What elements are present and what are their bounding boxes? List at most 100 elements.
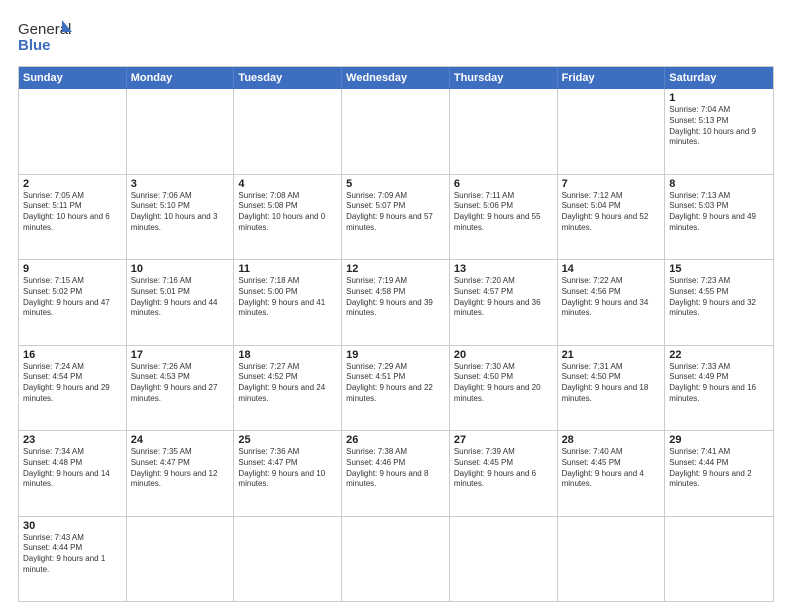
day-info: Sunrise: 7:06 AM Sunset: 5:10 PM Dayligh… [131,191,230,234]
calendar-cell: 16Sunrise: 7:24 AM Sunset: 4:54 PM Dayli… [19,346,127,431]
calendar-row: 30Sunrise: 7:43 AM Sunset: 4:44 PM Dayli… [19,516,773,602]
svg-text:Blue: Blue [18,37,51,54]
day-info: Sunrise: 7:16 AM Sunset: 5:01 PM Dayligh… [131,276,230,319]
day-info: Sunrise: 7:11 AM Sunset: 5:06 PM Dayligh… [454,191,553,234]
day-number: 17 [131,349,230,361]
day-info: Sunrise: 7:18 AM Sunset: 5:00 PM Dayligh… [238,276,337,319]
weekday-header: Monday [127,67,235,89]
logo: GeneralBlue [18,18,78,56]
day-number: 27 [454,434,553,446]
calendar-cell: 12Sunrise: 7:19 AM Sunset: 4:58 PM Dayli… [342,260,450,345]
day-number: 13 [454,263,553,275]
day-number: 4 [238,178,337,190]
day-info: Sunrise: 7:35 AM Sunset: 4:47 PM Dayligh… [131,447,230,490]
day-number: 7 [562,178,661,190]
calendar-cell: 15Sunrise: 7:23 AM Sunset: 4:55 PM Dayli… [665,260,773,345]
calendar-cell: 20Sunrise: 7:30 AM Sunset: 4:50 PM Dayli… [450,346,558,431]
day-info: Sunrise: 7:23 AM Sunset: 4:55 PM Dayligh… [669,276,769,319]
day-number: 21 [562,349,661,361]
calendar-cell [558,517,666,602]
calendar-row: 1Sunrise: 7:04 AM Sunset: 5:13 PM Daylig… [19,89,773,174]
day-info: Sunrise: 7:24 AM Sunset: 4:54 PM Dayligh… [23,362,122,405]
day-number: 15 [669,263,769,275]
calendar-cell: 7Sunrise: 7:12 AM Sunset: 5:04 PM Daylig… [558,175,666,260]
calendar-cell: 2Sunrise: 7:05 AM Sunset: 5:11 PM Daylig… [19,175,127,260]
day-number: 5 [346,178,445,190]
day-info: Sunrise: 7:20 AM Sunset: 4:57 PM Dayligh… [454,276,553,319]
calendar-row: 2Sunrise: 7:05 AM Sunset: 5:11 PM Daylig… [19,174,773,260]
day-number: 20 [454,349,553,361]
day-info: Sunrise: 7:29 AM Sunset: 4:51 PM Dayligh… [346,362,445,405]
calendar-row: 9Sunrise: 7:15 AM Sunset: 5:02 PM Daylig… [19,259,773,345]
day-info: Sunrise: 7:40 AM Sunset: 4:45 PM Dayligh… [562,447,661,490]
day-number: 11 [238,263,337,275]
calendar-cell: 5Sunrise: 7:09 AM Sunset: 5:07 PM Daylig… [342,175,450,260]
calendar-cell: 30Sunrise: 7:43 AM Sunset: 4:44 PM Dayli… [19,517,127,602]
day-number: 12 [346,263,445,275]
calendar-cell: 11Sunrise: 7:18 AM Sunset: 5:00 PM Dayli… [234,260,342,345]
day-number: 24 [131,434,230,446]
calendar-cell [342,517,450,602]
calendar-cell [127,517,235,602]
calendar-cell: 26Sunrise: 7:38 AM Sunset: 4:46 PM Dayli… [342,431,450,516]
day-number: 6 [454,178,553,190]
calendar-cell: 9Sunrise: 7:15 AM Sunset: 5:02 PM Daylig… [19,260,127,345]
day-number: 10 [131,263,230,275]
calendar-cell: 27Sunrise: 7:39 AM Sunset: 4:45 PM Dayli… [450,431,558,516]
header: GeneralBlue [18,18,774,56]
calendar-body: 1Sunrise: 7:04 AM Sunset: 5:13 PM Daylig… [19,89,773,601]
calendar-row: 16Sunrise: 7:24 AM Sunset: 4:54 PM Dayli… [19,345,773,431]
day-number: 9 [23,263,122,275]
calendar-cell: 25Sunrise: 7:36 AM Sunset: 4:47 PM Dayli… [234,431,342,516]
weekday-header: Tuesday [234,67,342,89]
day-info: Sunrise: 7:41 AM Sunset: 4:44 PM Dayligh… [669,447,769,490]
day-info: Sunrise: 7:04 AM Sunset: 5:13 PM Dayligh… [669,105,769,148]
day-number: 28 [562,434,661,446]
calendar-cell [450,517,558,602]
calendar-cell: 8Sunrise: 7:13 AM Sunset: 5:03 PM Daylig… [665,175,773,260]
day-number: 25 [238,434,337,446]
day-info: Sunrise: 7:38 AM Sunset: 4:46 PM Dayligh… [346,447,445,490]
day-number: 29 [669,434,769,446]
day-info: Sunrise: 7:26 AM Sunset: 4:53 PM Dayligh… [131,362,230,405]
calendar-cell: 19Sunrise: 7:29 AM Sunset: 4:51 PM Dayli… [342,346,450,431]
day-info: Sunrise: 7:34 AM Sunset: 4:48 PM Dayligh… [23,447,122,490]
day-number: 16 [23,349,122,361]
calendar-cell: 28Sunrise: 7:40 AM Sunset: 4:45 PM Dayli… [558,431,666,516]
calendar-cell: 10Sunrise: 7:16 AM Sunset: 5:01 PM Dayli… [127,260,235,345]
weekday-header: Friday [558,67,666,89]
calendar-cell: 3Sunrise: 7:06 AM Sunset: 5:10 PM Daylig… [127,175,235,260]
day-number: 22 [669,349,769,361]
day-number: 30 [23,520,122,532]
calendar-cell: 23Sunrise: 7:34 AM Sunset: 4:48 PM Dayli… [19,431,127,516]
day-info: Sunrise: 7:39 AM Sunset: 4:45 PM Dayligh… [454,447,553,490]
day-number: 26 [346,434,445,446]
day-info: Sunrise: 7:08 AM Sunset: 5:08 PM Dayligh… [238,191,337,234]
day-number: 19 [346,349,445,361]
calendar-cell [665,517,773,602]
weekday-header: Sunday [19,67,127,89]
day-info: Sunrise: 7:15 AM Sunset: 5:02 PM Dayligh… [23,276,122,319]
calendar-cell: 29Sunrise: 7:41 AM Sunset: 4:44 PM Dayli… [665,431,773,516]
calendar-cell: 18Sunrise: 7:27 AM Sunset: 4:52 PM Dayli… [234,346,342,431]
calendar-cell: 22Sunrise: 7:33 AM Sunset: 4:49 PM Dayli… [665,346,773,431]
calendar-header: SundayMondayTuesdayWednesdayThursdayFrid… [19,67,773,89]
day-info: Sunrise: 7:22 AM Sunset: 4:56 PM Dayligh… [562,276,661,319]
day-info: Sunrise: 7:36 AM Sunset: 4:47 PM Dayligh… [238,447,337,490]
calendar-cell: 6Sunrise: 7:11 AM Sunset: 5:06 PM Daylig… [450,175,558,260]
day-info: Sunrise: 7:30 AM Sunset: 4:50 PM Dayligh… [454,362,553,405]
calendar-cell [127,89,235,174]
day-number: 18 [238,349,337,361]
day-info: Sunrise: 7:09 AM Sunset: 5:07 PM Dayligh… [346,191,445,234]
day-info: Sunrise: 7:19 AM Sunset: 4:58 PM Dayligh… [346,276,445,319]
calendar-row: 23Sunrise: 7:34 AM Sunset: 4:48 PM Dayli… [19,430,773,516]
calendar-cell: 17Sunrise: 7:26 AM Sunset: 4:53 PM Dayli… [127,346,235,431]
day-number: 1 [669,92,769,104]
calendar-cell [234,89,342,174]
day-number: 3 [131,178,230,190]
calendar-cell [234,517,342,602]
logo-icon: GeneralBlue [18,18,78,56]
day-info: Sunrise: 7:31 AM Sunset: 4:50 PM Dayligh… [562,362,661,405]
day-info: Sunrise: 7:05 AM Sunset: 5:11 PM Dayligh… [23,191,122,234]
calendar-cell: 21Sunrise: 7:31 AM Sunset: 4:50 PM Dayli… [558,346,666,431]
